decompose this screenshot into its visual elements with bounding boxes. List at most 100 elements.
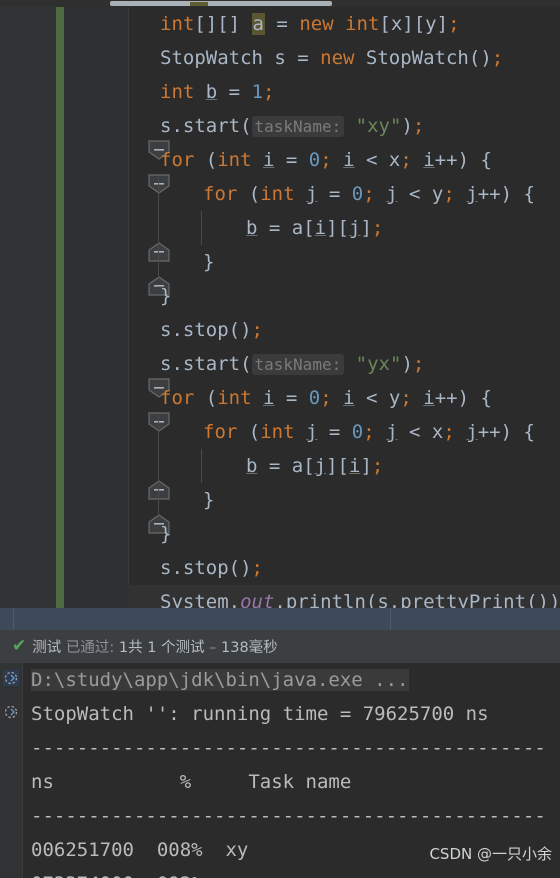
code-line[interactable]: } [128, 517, 560, 551]
code-line[interactable]: s.start(taskName: "xy"); [128, 109, 560, 143]
token-num: 0 [308, 387, 321, 409]
code-editor[interactable]: int[][] a = new int[x][y]; StopWatch s = … [0, 0, 560, 619]
indent-guide [158, 483, 159, 517]
test-status-bar[interactable]: ✔ 测试 已通过: 1共 1 个测试 – 138毫秒 [0, 630, 560, 663]
code-line[interactable]: s.start(taskName: "yx"); [128, 347, 560, 381]
code-line[interactable]: StopWatch s = new StopWatch(); [128, 41, 560, 75]
tool-window-header-strip[interactable] [0, 608, 560, 630]
token-pun: ; [263, 81, 275, 103]
test-colon: : [109, 640, 115, 656]
watermark: CSDN @一只小余 [429, 845, 552, 863]
token-varu: i [263, 387, 275, 409]
token-varu: b [246, 217, 258, 239]
code-line[interactable]: s.stop(); [128, 551, 560, 585]
token-plain: ++) { [434, 149, 492, 171]
panel-divider [13, 608, 14, 630]
code-line-text: } [130, 251, 214, 273]
code-line[interactable]: } [128, 245, 560, 279]
token-kw: int [260, 183, 295, 205]
code-lines[interactable]: int[][] a = new int[x][y]; StopWatch s = … [128, 7, 560, 619]
token-plain: < y [354, 387, 401, 409]
horizontal-scrollbar-thumb[interactable] [110, 1, 332, 6]
console-command-line[interactable]: D:\study\app\jdk\bin\java.exe ... [31, 663, 560, 697]
token-kw: int [345, 13, 380, 35]
code-line[interactable]: b = a[j][i]; [128, 449, 560, 483]
console-output-line[interactable]: StopWatch '': running time = 79625700 ns [31, 697, 560, 731]
token-varu: i [423, 387, 435, 409]
test-status-text: 测试 已通过: 1共 1 个测试 – 138毫秒 [32, 636, 277, 657]
token-varu: i [343, 387, 355, 409]
token-pun: ; [400, 387, 412, 409]
token-plain: StopWatch s = [160, 47, 321, 69]
code-line[interactable]: } [128, 279, 560, 313]
code-line[interactable]: s.stop(); [128, 313, 560, 347]
token-hint: taskName: [251, 116, 345, 137]
vcs-change-stripe[interactable] [56, 7, 64, 608]
code-line[interactable]: for (int j = 0; j < y; j++) { [128, 177, 560, 211]
token-varu: j [349, 217, 361, 239]
token-plain: StopWatch() [354, 47, 492, 69]
token-plain: ) [401, 353, 413, 375]
test-dash: – [209, 640, 217, 656]
token-num: 0 [351, 421, 364, 443]
token-hint: taskName: [251, 354, 345, 375]
token-kw: for [160, 387, 195, 409]
token-pun: ; [363, 183, 375, 205]
code-line[interactable]: b = a[i][j]; [128, 211, 560, 245]
soft-wrap-icon[interactable] [3, 670, 19, 686]
code-line[interactable]: int[][] a = new int[x][y]; [128, 7, 560, 41]
token-plain: } [160, 285, 172, 307]
code-line-text: int b = 1; [130, 81, 274, 103]
token-plain: = [274, 149, 309, 171]
token-str: "yx" [355, 353, 402, 375]
token-plain: ][ [326, 455, 349, 477]
token-varu: i [314, 217, 327, 239]
token-num: 0 [351, 183, 364, 205]
token-varu: j [466, 183, 478, 205]
code-line-text: } [130, 285, 171, 307]
token-pun: ; [412, 115, 425, 137]
code-line[interactable]: for (int j = 0; j < x; j++) { [128, 415, 560, 449]
fold-gutter[interactable] [64, 7, 170, 608]
token-plain: } [203, 489, 215, 511]
console-output-line[interactable]: ----------------------------------------… [31, 799, 560, 833]
token-plain: ( [194, 387, 218, 409]
code-line-text: s.stop(); [130, 557, 263, 579]
token-plain: = [217, 81, 252, 103]
console-output-line[interactable]: ----------------------------------------… [31, 731, 560, 765]
check-icon: ✔ [12, 636, 27, 656]
token-pun: ; [251, 557, 263, 579]
token-kw: for [203, 183, 238, 205]
run-console[interactable]: D:\study\app\jdk\bin\java.exe ... StopWat… [0, 663, 560, 878]
token-plain: s.stop() [160, 557, 252, 579]
scrollbar-occurrence-mark [190, 2, 208, 6]
code-line[interactable]: for (int i = 0; i < x; i++) { [128, 143, 560, 177]
token-kw: for [203, 421, 238, 443]
console-output-line[interactable]: ns % Task name [31, 765, 560, 799]
token-plain: = [274, 387, 309, 409]
token-plain: < x [397, 421, 444, 443]
token-varu: b [205, 81, 218, 103]
editor-gutter[interactable] [0, 7, 56, 608]
token-varu: i [263, 149, 275, 171]
token-plain: ++) { [477, 421, 535, 443]
code-line-text: b = a[i][j]; [130, 217, 383, 239]
code-line[interactable]: for (int i = 0; i < y; i++) { [128, 381, 560, 415]
console-output-line[interactable]: 073374000 092% yx [31, 867, 560, 878]
indent-guide [158, 415, 159, 449]
code-line[interactable]: } [128, 483, 560, 517]
code-line[interactable]: int b = 1; [128, 75, 560, 109]
console-gutter[interactable] [0, 663, 22, 878]
scroll-to-end-icon[interactable] [3, 704, 19, 720]
indent-guide [158, 211, 159, 245]
horizontal-scrollbar[interactable] [0, 0, 560, 7]
